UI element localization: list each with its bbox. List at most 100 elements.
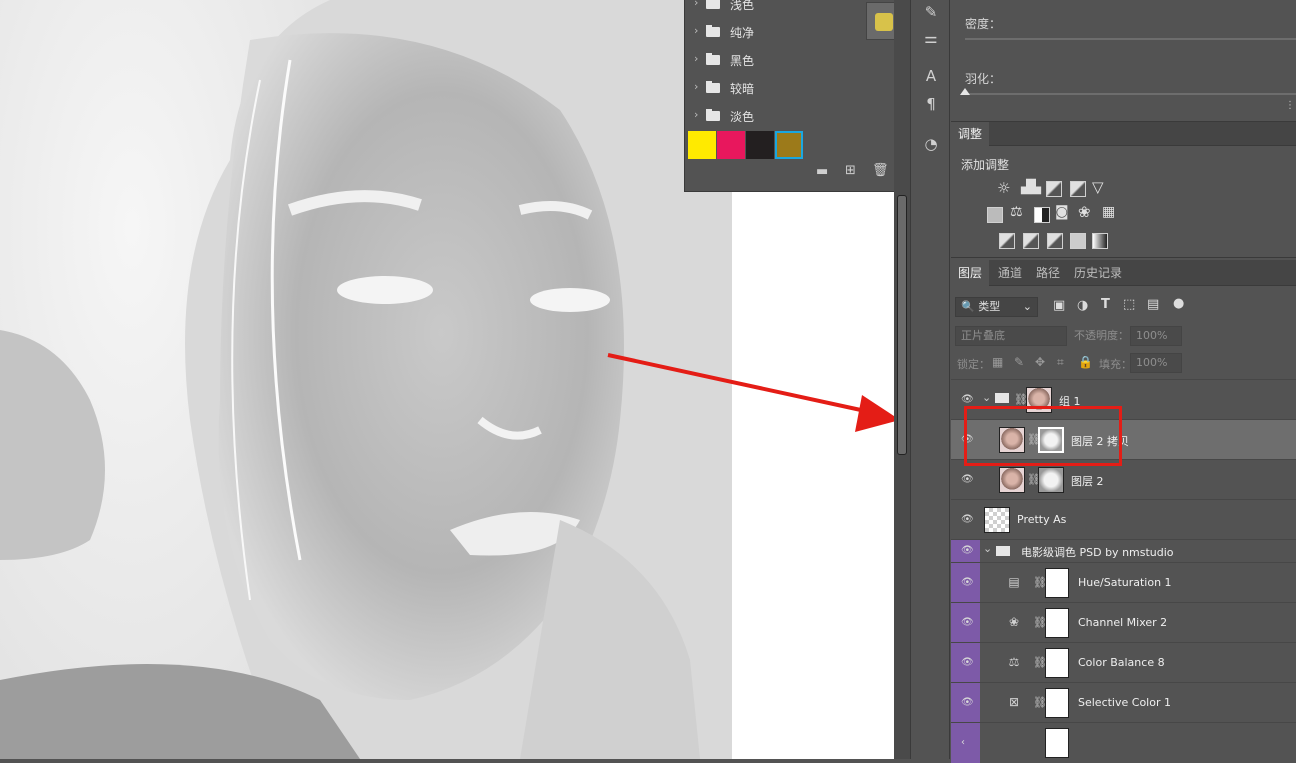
- filter-adjustment-icon[interactable]: ◑: [1077, 298, 1088, 313]
- levels-icon[interactable]: ▟▙: [1021, 180, 1041, 195]
- layer-row-partial[interactable]: ‹: [951, 722, 1296, 763]
- layer-mask-thumbnail[interactable]: [1045, 688, 1069, 718]
- layer-row-color-balance[interactable]: 👁 ⚖ ⛓ Color Balance 8: [951, 642, 1296, 683]
- new-swatch-icon[interactable]: ⊞: [845, 163, 856, 178]
- filter-type-icon[interactable]: T: [1101, 297, 1110, 312]
- eye-icon[interactable]: 👁: [961, 697, 974, 708]
- filter-pixel-icon[interactable]: ▣: [1053, 298, 1065, 313]
- layer-row-pretty-as[interactable]: 👁 Pretty As: [951, 499, 1296, 539]
- layer-row-film-grade-group[interactable]: 👁 ⌄ 电影级调色 PSD by nmstudio: [951, 539, 1296, 562]
- history-brush-icon[interactable]: ◔: [921, 134, 941, 154]
- swatch-group-row[interactable]: › 淡色: [685, 102, 895, 130]
- channel-mixer-icon[interactable]: ❀: [1078, 203, 1091, 221]
- layer-row-hue-saturation[interactable]: 👁 ▤ ⛓ Hue/Saturation 1: [951, 562, 1296, 603]
- opacity-input[interactable]: 100%: [1130, 326, 1182, 346]
- opacity-label: 不透明度：: [1074, 329, 1129, 342]
- curves-icon[interactable]: [1046, 181, 1062, 197]
- swatch-group-row[interactable]: › 浅色: [685, 0, 895, 18]
- filter-toggle-icon[interactable]: ●: [1173, 296, 1184, 311]
- eye-icon[interactable]: 👁: [961, 657, 974, 668]
- brightness-contrast-icon[interactable]: ☼: [997, 179, 1010, 197]
- tab-history[interactable]: 历史记录: [1067, 260, 1129, 286]
- exposure-icon[interactable]: [1070, 181, 1086, 197]
- feather-slider[interactable]: [965, 93, 1296, 95]
- resize-grip-icon[interactable]: ⋮⋮: [1285, 100, 1296, 111]
- fill-label: 填充：: [1099, 358, 1132, 371]
- fill-input[interactable]: 100%: [1130, 353, 1182, 373]
- lock-position-icon[interactable]: ✥: [1035, 355, 1045, 369]
- chevron-right-icon[interactable]: ›: [694, 80, 698, 93]
- chevron-down-icon[interactable]: ⌄: [982, 391, 991, 404]
- color-swatch-selected[interactable]: [775, 131, 803, 159]
- eye-icon[interactable]: 👁: [961, 617, 974, 628]
- tab-channels[interactable]: 通道: [991, 260, 1029, 286]
- threshold-icon[interactable]: [1047, 233, 1063, 249]
- chevron-left-icon[interactable]: ‹: [961, 737, 965, 748]
- character-icon[interactable]: A: [921, 66, 941, 86]
- eye-icon[interactable]: 👁: [961, 514, 974, 525]
- layer-mask-thumbnail[interactable]: [1045, 608, 1069, 638]
- layer-mask-thumbnail[interactable]: [1045, 568, 1069, 598]
- color-swatch[interactable]: [688, 131, 716, 159]
- filter-smart-object-icon[interactable]: ▤: [1147, 297, 1159, 312]
- new-group-folder-icon[interactable]: ▬: [816, 164, 828, 179]
- feather-slider-handle[interactable]: [960, 88, 970, 95]
- vibrance-icon[interactable]: ▽: [1092, 178, 1104, 196]
- swatch-group-label: 浅色: [730, 0, 755, 12]
- selective-color-icon[interactable]: [1070, 233, 1086, 249]
- brush-icon[interactable]: ✎: [921, 2, 941, 22]
- eye-icon[interactable]: 👁: [961, 474, 974, 485]
- selective-color-icon: ⊠: [1008, 695, 1020, 709]
- lock-artboard-icon[interactable]: ⌗: [1057, 355, 1064, 370]
- color-balance-icon[interactable]: ⚖: [1010, 204, 1023, 220]
- photo-filter-icon[interactable]: ◙: [1055, 204, 1069, 220]
- posterize-icon[interactable]: [1023, 233, 1039, 249]
- color-swatch[interactable]: [746, 131, 774, 159]
- eye-icon[interactable]: 👁: [961, 577, 974, 588]
- tab-layers[interactable]: 图层: [951, 260, 990, 286]
- layer-row-channel-mixer[interactable]: 👁 ❀ ⛓ Channel Mixer 2: [951, 602, 1296, 643]
- layer-thumbnail[interactable]: [999, 467, 1025, 493]
- layer-filter-select[interactable]: 🔍 类型 ⌄: [955, 297, 1038, 317]
- hue-saturation-icon[interactable]: [987, 207, 1003, 223]
- canvas-vertical-scrollbar[interactable]: [894, 0, 910, 759]
- lock-image-icon[interactable]: ✎: [1014, 355, 1024, 369]
- density-slider[interactable]: [965, 38, 1296, 40]
- filter-shape-icon[interactable]: ⬚: [1123, 297, 1135, 312]
- scrollbar-thumb[interactable]: [897, 195, 907, 455]
- layer-mask-thumbnail[interactable]: [1045, 728, 1069, 758]
- layer-row-selective-color[interactable]: 👁 ⊠ ⛓ Selective Color 1: [951, 682, 1296, 723]
- layer-name: 电影级调色 PSD by nmstudio: [1021, 546, 1174, 559]
- chevron-right-icon[interactable]: ›: [694, 108, 698, 121]
- annotation-arrow: [607, 353, 900, 432]
- paragraph-icon[interactable]: ¶: [921, 94, 941, 114]
- layer-thumbnail[interactable]: [984, 507, 1010, 533]
- chevron-right-icon[interactable]: ›: [694, 52, 698, 65]
- color-lookup-icon[interactable]: ▦: [1102, 204, 1115, 220]
- blend-mode-select[interactable]: 正片叠底: [955, 326, 1067, 346]
- chevron-down-icon[interactable]: ⌄: [983, 542, 992, 555]
- tab-adjustments[interactable]: 调整: [951, 122, 990, 146]
- gradient-map-icon[interactable]: [1092, 233, 1108, 249]
- eye-icon[interactable]: 👁: [961, 545, 974, 556]
- swatch-group-label: 黑色: [730, 54, 755, 68]
- layer-name: Selective Color 1: [1078, 696, 1171, 709]
- swatch-group-row[interactable]: › 较暗: [685, 74, 895, 102]
- swatch-group-row[interactable]: › 黑色: [685, 46, 895, 74]
- lock-transparent-icon[interactable]: ▦: [992, 355, 1003, 369]
- invert-icon[interactable]: [999, 233, 1015, 249]
- chevron-right-icon[interactable]: ›: [694, 0, 698, 9]
- density-label: 密度：: [965, 17, 1002, 31]
- black-white-icon[interactable]: [1034, 207, 1050, 223]
- chevron-right-icon[interactable]: ›: [694, 24, 698, 37]
- trash-icon[interactable]: 🗑: [872, 163, 889, 178]
- eye-icon[interactable]: 👁: [961, 394, 974, 405]
- swatch-group-row[interactable]: › 纯净: [685, 18, 895, 46]
- layer-name: 图层 2: [1071, 475, 1104, 488]
- layer-mask-thumbnail[interactable]: [1038, 467, 1064, 493]
- color-swatch[interactable]: [717, 131, 745, 159]
- layer-mask-thumbnail[interactable]: [1045, 648, 1069, 678]
- lock-all-icon[interactable]: 🔒: [1078, 355, 1093, 369]
- tab-paths[interactable]: 路径: [1029, 260, 1067, 286]
- brush-settings-icon[interactable]: ⚌: [921, 28, 941, 48]
